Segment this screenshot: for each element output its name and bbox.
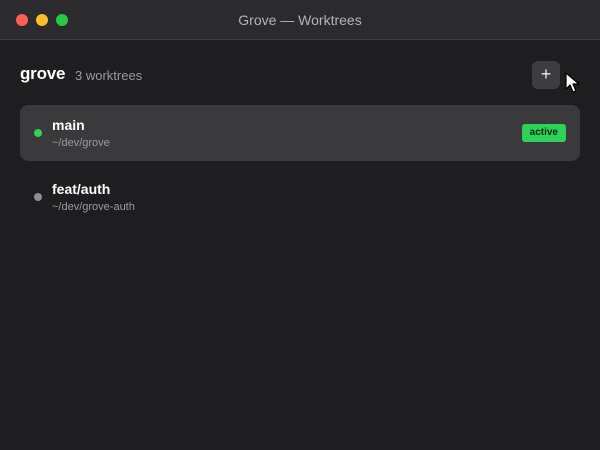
- worktree-branch: feat/auth: [52, 181, 111, 197]
- title-bar: Grove — Worktrees: [0, 0, 600, 40]
- worktree-path: ~/dev/grove-auth: [52, 201, 135, 213]
- worktree-count: 3 worktrees: [75, 68, 143, 83]
- worktree-row-feat-auth[interactable]: feat/auth ~/dev/grove-auth: [20, 169, 580, 225]
- worktree-path: ~/dev/grove: [52, 137, 110, 149]
- active-badge: active: [521, 124, 566, 142]
- app-window: Grove — Worktrees grove 3 worktrees + ma…: [0, 0, 600, 450]
- add-worktree-button[interactable]: +: [532, 61, 560, 89]
- worktree-row-main[interactable]: main ~/dev/grove active: [20, 105, 580, 161]
- status-dot-icon: [34, 129, 42, 137]
- status-dot-icon: [34, 193, 42, 201]
- mouse-cursor-icon: [565, 72, 580, 93]
- repo-header: grove 3 worktrees: [20, 62, 580, 90]
- window-title: Grove — Worktrees: [238, 12, 362, 28]
- worktree-branch: main: [52, 117, 85, 133]
- repo-name: grove: [20, 64, 66, 83]
